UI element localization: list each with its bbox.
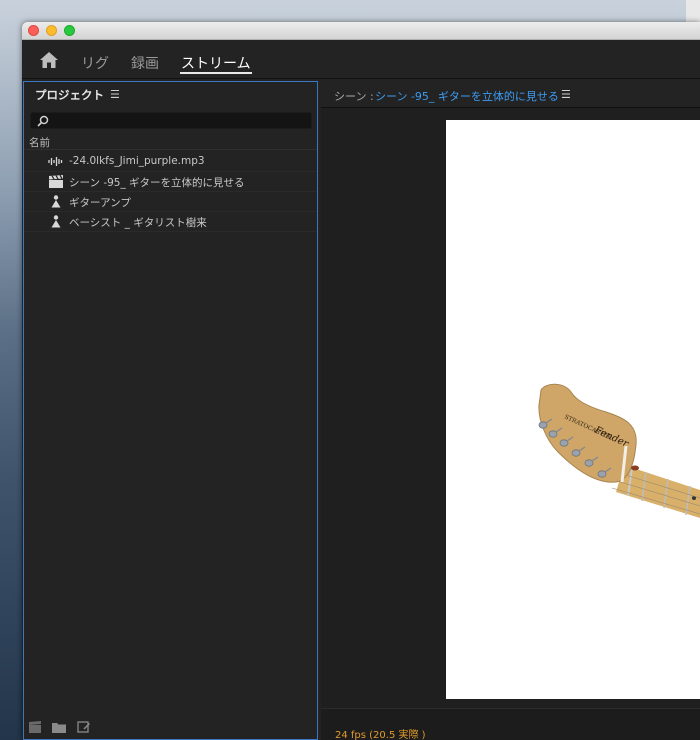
tab-stream[interactable]: ストリーム xyxy=(181,53,251,73)
column-divider xyxy=(24,149,317,150)
new-scene-icon[interactable] xyxy=(28,721,42,733)
maximize-window-button[interactable] xyxy=(64,25,75,36)
audio-waveform-icon xyxy=(48,157,63,166)
list-item[interactable]: シーン -95_ ギターを立体的に見せる xyxy=(24,172,317,192)
project-panel-header: プロジェクト ☰ xyxy=(24,82,317,106)
list-item[interactable]: -24.0lkfs_Jimi_purple.mp3 xyxy=(24,152,317,172)
list-item-label: シーン -95_ ギターを立体的に見せる xyxy=(69,177,245,189)
scene-canvas[interactable]: STRATOCASTER Fender xyxy=(446,120,700,699)
list-item[interactable]: ベーシスト _ ギタリスト樹来 xyxy=(24,212,317,232)
scene-prefix-label: シーン : xyxy=(334,90,374,103)
search-icon xyxy=(37,115,49,127)
new-item-icon[interactable] xyxy=(77,721,91,733)
home-button[interactable] xyxy=(38,50,60,70)
scene-panel: シーン : シーン -95_ ギターを立体的に見せる ☰ STRATOCASTE… xyxy=(321,81,700,740)
home-icon xyxy=(40,52,58,68)
project-panel-title[interactable]: プロジェクト xyxy=(35,87,104,103)
list-item[interactable]: ギターアンプ xyxy=(24,192,317,212)
new-folder-icon[interactable] xyxy=(52,721,66,733)
workspace-bar: リグ 録画 ストリーム xyxy=(22,40,700,79)
fps-readout: 24 fps (20.5 実際 ) xyxy=(335,730,426,740)
tab-record[interactable]: 録画 xyxy=(131,53,159,73)
active-tab-indicator xyxy=(180,72,252,74)
list-item-label: -24.0lkfs_Jimi_purple.mp3 xyxy=(69,155,205,167)
clapperboard-icon xyxy=(49,175,63,188)
scene-name[interactable]: シーン -95_ ギターを立体的に見せる xyxy=(375,88,559,104)
minimize-window-button[interactable] xyxy=(46,25,57,36)
project-panel: プロジェクト ☰ 名前 -24.0lkfs_Jimi_purple.mp3 シー… xyxy=(23,81,318,740)
scene-panel-header: シーン : シーン -95_ ギターを立体的に見せる ☰ xyxy=(321,81,700,108)
app-window: リグ 録画 ストリーム プロジェクト ☰ 名前 -24.0lkfs_Jimi_p… xyxy=(22,22,700,740)
name-column-header[interactable]: 名前 xyxy=(29,135,50,150)
list-item-label: ギターアンプ xyxy=(69,197,131,209)
close-window-button[interactable] xyxy=(28,25,39,36)
list-item-label: ベーシスト _ ギタリスト樹来 xyxy=(69,217,207,229)
search-input[interactable] xyxy=(30,112,312,129)
guitar-headstock-image: STRATOCASTER Fender xyxy=(538,383,700,518)
project-panel-menu-icon[interactable]: ☰ xyxy=(110,88,120,101)
project-panel-footer xyxy=(24,717,317,739)
scene-panel-footer: 24 fps (20.5 実際 ) xyxy=(321,708,700,740)
scene-panel-menu-icon[interactable]: ☰ xyxy=(561,88,571,101)
project-items-list: -24.0lkfs_Jimi_purple.mp3 シーン -95_ ギターを立… xyxy=(24,152,317,232)
puppet-icon xyxy=(51,195,61,208)
tab-rig[interactable]: リグ xyxy=(81,53,109,73)
title-bar[interactable] xyxy=(22,22,700,40)
puppet-icon xyxy=(51,215,61,228)
